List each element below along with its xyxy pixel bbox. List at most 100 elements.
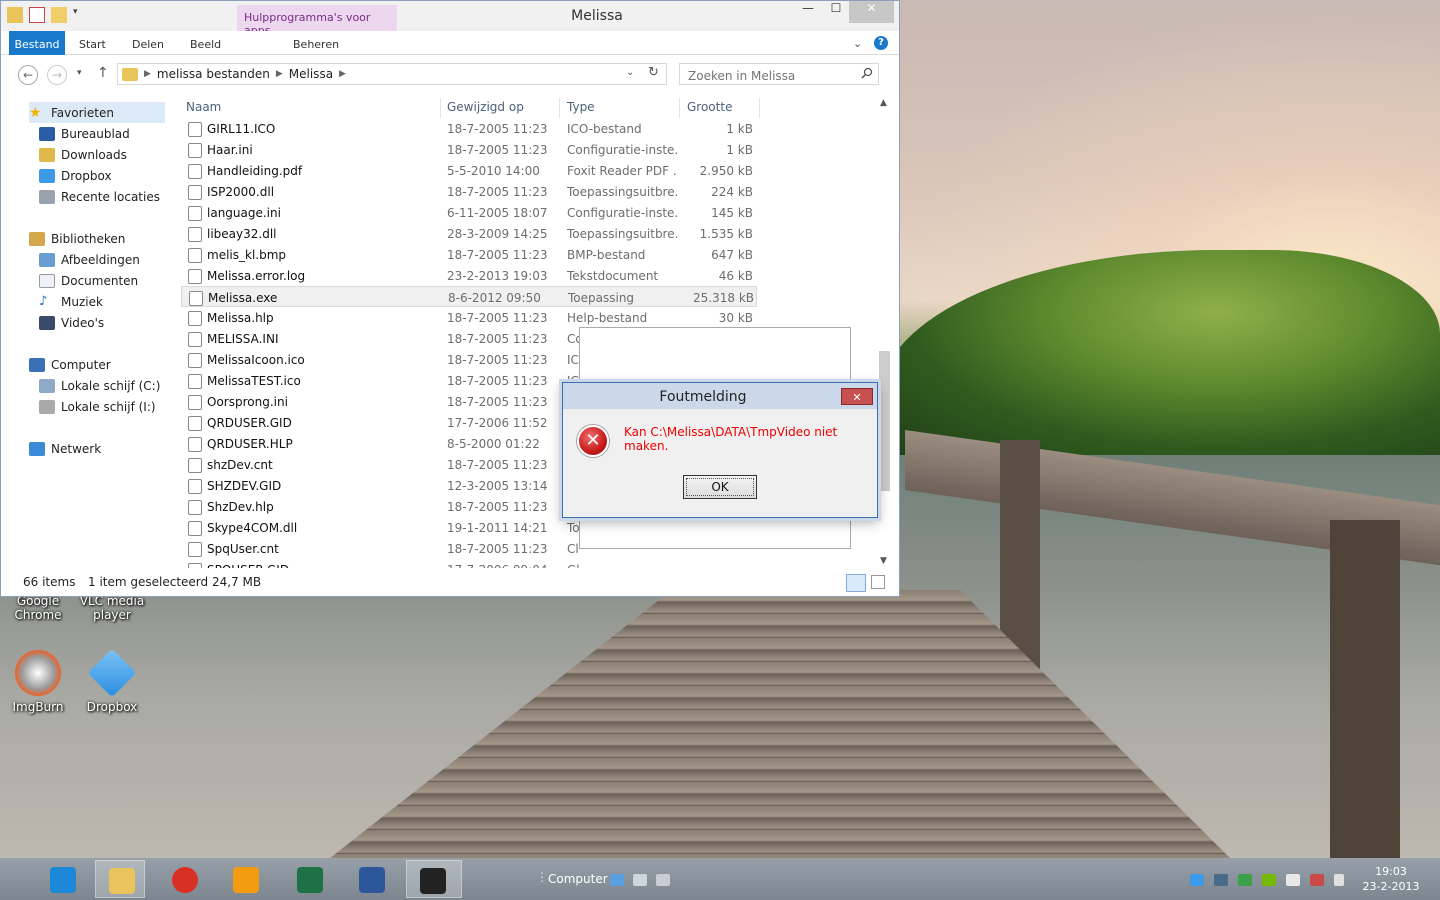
desktop-icon-vlc[interactable]: VLC media player [74,594,150,622]
file-date: 18-7-2005 11:23 [447,143,548,157]
computer-icon[interactable] [610,874,624,886]
nav-item-documenten[interactable]: Documenten [39,270,138,291]
nav-item-dropbox[interactable]: Dropbox [39,165,112,186]
table-row[interactable]: Melissa.exe 8-6-2012 09:50 Toepassing 25.31… [181,286,757,307]
up-arrow-icon[interactable]: ↑ [97,65,109,81]
column-header-type[interactable]: Type [562,98,680,118]
taskbar-button[interactable] [159,860,209,898]
recent-locations-chevron-icon[interactable]: ▾ [77,68,82,78]
clock[interactable]: 19:03 23-2-2013 [1360,864,1422,894]
dropbox-icon[interactable] [1190,874,1204,886]
table-row[interactable]: Melissa.error.log 23-2-2013 19:03 Tekstdoc… [181,265,757,286]
taskbar-button[interactable] [284,860,334,898]
column-header-gewijzigd-op[interactable]: Gewijzigd op [442,98,560,118]
table-row[interactable]: GIRL11.ICO 18-7-2005 11:23 ICO-bestand 1 kB [181,118,757,139]
title-bar[interactable]: ▾ Hulpprogramma's voor apps Melissa — ☐ … [1,1,899,37]
large-icons-view-icon[interactable] [871,575,885,589]
search-input[interactable] [679,63,879,85]
dialog-title: Foutmelding [659,389,747,405]
ok-button[interactable]: OK [683,475,757,499]
desktop-icon-dropbox[interactable]: Dropbox [74,648,150,714]
nav-item-lokale-schijf-i[interactable]: Lokale schijf (I:) [39,396,156,417]
security-icon[interactable] [1238,874,1252,886]
nav-item-label: Bureaublad [61,126,130,141]
network-icon [29,441,45,456]
maximize-button[interactable]: ☐ [821,1,851,23]
table-row[interactable]: Haar.ini 18-7-2005 11:23 Configuratie-inst… [181,139,757,160]
nav-item-label: Afbeeldingen [61,252,140,267]
toolbar-computer-label[interactable]: Computer [548,872,608,886]
status-bar: 66 items 1 item geselecteerd 24,7 MB [1,572,899,594]
address-bar[interactable]: ▶ melissa bestanden ▶ Melissa ▶ ⌄ ↻ [117,63,667,85]
taskbar-button[interactable] [95,860,145,898]
file-icon [188,164,202,179]
table-row[interactable]: Handleiding.pdf 5-5-2010 14:00 Foxit Reade… [181,160,757,181]
back-icon[interactable]: ← [18,65,38,85]
nav-item-netwerk[interactable]: Netwerk [29,438,101,459]
table-row[interactable]: SPQUSER.GID 17-7-2006 09:04 Gl [181,559,757,568]
breadcrumb-melissa-bestanden[interactable]: melissa bestanden [157,67,270,81]
dialog-close-button[interactable]: ✕ [841,388,873,405]
search-icon[interactable] [861,67,873,79]
tab-bestand[interactable]: Bestand [9,31,65,55]
file-icon [188,248,202,263]
scroll-up-icon[interactable]: ▲ [880,98,887,108]
file-name: QRDUSER.HLP [207,437,293,451]
tab-delen[interactable]: Delen [132,31,164,55]
file-size: 30 kB [718,311,753,325]
tray-app-icon[interactable] [1214,874,1228,886]
nav-item-bibliotheken[interactable]: Bibliotheken [29,228,125,249]
tab-start[interactable]: Start [79,31,106,55]
tab-beheren[interactable]: Beheren [293,31,339,55]
breadcrumb-melissa[interactable]: Melissa [289,67,333,81]
file-date: 18-7-2005 11:23 [447,353,548,367]
nav-item-favorieten[interactable]: ★ Favorieten [29,102,165,123]
chevron-down-icon[interactable]: ⌄ [626,67,634,78]
file-size: 1 kB [726,122,753,136]
scroll-down-icon[interactable]: ▼ [880,556,887,566]
volume-icon[interactable] [1334,874,1344,886]
table-row[interactable]: language.ini 6-11-2005 18:07 Configuratie-… [181,202,757,223]
taskbar-button[interactable] [220,860,270,898]
network-icon[interactable] [1310,874,1324,886]
file-icon [188,143,202,158]
nvidia-icon[interactable] [1262,874,1276,886]
file-icon [188,542,202,557]
refresh-icon[interactable]: ↻ [648,65,659,80]
table-row[interactable]: Melissa.hlp 18-7-2005 11:23 Help-bestand 30… [181,307,757,328]
nav-item-bureaublad[interactable]: Bureaublad [39,123,130,144]
drive-icon[interactable] [633,874,647,886]
table-row[interactable]: melis_kl.bmp 18-7-2005 11:23 BMP-bestand 64… [181,244,757,265]
close-button[interactable]: ✕ [849,1,894,23]
help-icon[interactable]: ? [874,36,888,50]
taskbar-button[interactable] [346,860,396,898]
nav-item-afbeeldingen[interactable]: Afbeeldingen [39,249,140,270]
desktop-icon-imgburn[interactable]: ImgBurn [0,650,76,714]
tab-beeld[interactable]: Beeld [190,31,221,55]
nav-item-label: Computer [51,357,111,372]
taskbar-button[interactable] [406,860,462,898]
forward-icon[interactable]: → [47,65,67,85]
desktop-icon-chrome[interactable]: Google Chrome [0,594,76,622]
file-type: Toepassing [568,291,635,305]
table-row[interactable]: libeay32.dll 28-3-2009 14:25 Toepassingsui… [181,223,757,244]
minimize-button[interactable]: — [793,1,823,23]
nav-item-muziek[interactable]: ♪ Muziek [39,291,103,312]
drive-icon[interactable] [656,874,670,886]
dialog-title-bar[interactable]: Foutmelding ✕ [563,383,877,409]
vertical-scrollbar[interactable]: ▲ ▼ [877,96,892,568]
nav-item-downloads[interactable]: Downloads [39,144,127,165]
taskbar-button[interactable] [37,860,87,898]
nav-item-videos[interactable]: Video's [39,312,104,333]
column-header-grootte[interactable]: Grootte [682,98,760,118]
scrollbar-thumb[interactable] [879,351,890,491]
file-name: Skype4COM.dll [207,521,298,535]
nav-item-lokale-schijf-c[interactable]: Lokale schijf (C:) [39,375,160,396]
nav-item-computer[interactable]: Computer [29,354,111,375]
table-row[interactable]: ISP2000.dll 18-7-2005 11:23 Toepassingsuit… [181,181,757,202]
details-view-icon[interactable] [846,574,866,592]
flag-icon[interactable] [1286,874,1300,886]
melissa-icon [420,868,446,894]
chevron-down-icon[interactable]: ⌄ [853,37,862,50]
nav-item-recente-locaties[interactable]: Recente locaties [39,186,160,207]
